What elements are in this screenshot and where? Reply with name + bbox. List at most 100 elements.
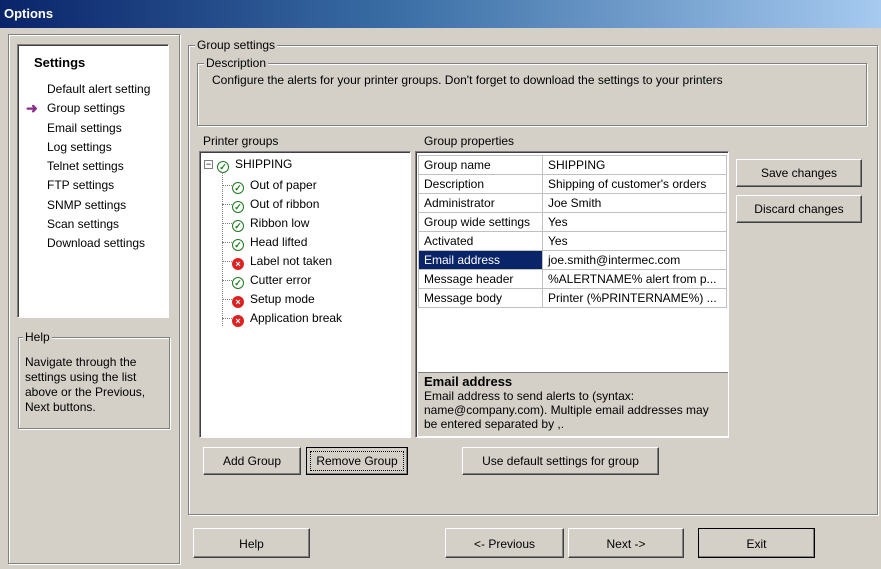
nav-item-snmp-settings[interactable]: SNMP settings: [18, 196, 168, 215]
property-row[interactable]: Activated Yes: [418, 231, 727, 251]
use-default-settings-button[interactable]: Use default settings for group: [462, 447, 659, 475]
nav-item-label: Download settings: [47, 236, 146, 251]
check-icon: ✓: [232, 239, 244, 251]
settings-list: Default alert setting ➜ Group settings Em…: [18, 80, 168, 254]
property-row[interactable]: Group name SHIPPING: [418, 155, 727, 175]
tree-item-head-lifted[interactable]: ✓ Head lifted: [232, 233, 307, 252]
tree-line: [222, 299, 232, 300]
properties-table: Group name SHIPPING Description Shipping o…: [418, 155, 727, 308]
group-properties-label: Group properties: [424, 134, 515, 148]
error-icon: ×: [232, 258, 244, 270]
nav-item-email-settings[interactable]: Email settings: [18, 119, 168, 138]
tree-root-shipping[interactable]: − ✓ SHIPPING: [204, 157, 292, 173]
tree-line: [222, 318, 232, 319]
nav-item-telnet-settings[interactable]: Telnet settings: [18, 157, 168, 176]
property-value[interactable]: SHIPPING: [542, 155, 727, 175]
title-bar[interactable]: Options: [0, 0, 881, 28]
property-value[interactable]: Yes: [542, 212, 727, 232]
check-icon: ✓: [232, 182, 244, 194]
property-row[interactable]: Group wide settings Yes: [418, 212, 727, 232]
printer-groups-tree[interactable]: − ✓ SHIPPING ✓ Out of paper ✓ Out of ribbon …: [199, 151, 411, 438]
help-text: Navigate through the settings using the …: [25, 355, 146, 414]
property-key: Activated: [418, 231, 543, 251]
property-value[interactable]: %ALERTNAME% alert from p...: [542, 269, 727, 289]
property-row[interactable]: Message header %ALERTNAME% alert from p..…: [418, 269, 727, 289]
nav-item-label: Email settings: [47, 120, 122, 135]
previous-button[interactable]: <- Previous: [445, 528, 564, 558]
property-key: Message header: [418, 269, 543, 289]
property-row[interactable]: Administrator Joe Smith: [418, 193, 727, 213]
tree-item-label: Out of ribbon: [250, 197, 320, 211]
help-box: Help Navigate through the settings using…: [18, 331, 170, 429]
tree-line: [222, 261, 232, 262]
save-changes-button[interactable]: Save changes: [736, 159, 862, 187]
nav-item-label: Scan settings: [47, 217, 120, 232]
remove-group-button[interactable]: Remove Group: [306, 447, 408, 475]
tree-line: [222, 185, 232, 186]
tree-item-ribbon-low[interactable]: ✓ Ribbon low: [232, 214, 309, 233]
nav-item-ftp-settings[interactable]: FTP settings: [18, 176, 168, 195]
property-description-text: Email address to send alerts to (syntax:…: [424, 389, 709, 431]
property-value[interactable]: Printer (%PRINTERNAME%) ...: [542, 288, 727, 308]
tree-item-out-of-ribbon[interactable]: ✓ Out of ribbon: [232, 195, 319, 214]
tree-item-setup-mode[interactable]: × Setup mode: [232, 290, 315, 309]
description-title: Description: [204, 56, 269, 70]
property-key: Group wide settings: [418, 212, 543, 232]
property-description-title: Email address: [424, 374, 513, 389]
property-value[interactable]: Joe Smith: [542, 193, 727, 213]
tree-item-label: Head lifted: [250, 235, 308, 249]
nav-item-download-settings[interactable]: Download settings: [18, 234, 168, 253]
window-title: Options: [4, 6, 54, 21]
nav-item-label: SNMP settings: [47, 197, 127, 212]
property-value[interactable]: Shipping of customer's orders: [542, 174, 727, 194]
tree-item-label: Out of paper: [250, 178, 317, 192]
error-icon: ×: [232, 296, 244, 308]
settings-nav: Settings Default alert setting ➜ Group se…: [17, 44, 169, 318]
property-value[interactable]: joe.smith@intermec.com: [542, 250, 727, 270]
property-key: Message body: [418, 288, 543, 308]
property-row[interactable]: Description Shipping of customer's orders: [418, 174, 727, 194]
help-title: Help: [23, 330, 52, 344]
add-group-button[interactable]: Add Group: [203, 447, 301, 475]
tree-line: [222, 242, 232, 243]
error-icon: ×: [232, 315, 244, 327]
exit-button[interactable]: Exit: [698, 528, 815, 558]
nav-item-label: FTP settings: [47, 178, 115, 193]
property-key: Group name: [418, 155, 543, 175]
nav-item-default-alert[interactable]: Default alert setting: [18, 80, 168, 99]
description-frame: Description Configure the alerts for you…: [197, 57, 867, 126]
discard-changes-button[interactable]: Discard changes: [736, 195, 862, 223]
collapse-icon[interactable]: −: [204, 160, 213, 169]
settings-title: Settings: [34, 55, 86, 70]
group-settings-title: Group settings: [195, 38, 278, 52]
tree-line: [222, 223, 232, 224]
property-description: Email address Email address to send aler…: [418, 372, 728, 436]
tree-line: [222, 280, 232, 281]
property-key: Email address: [418, 250, 543, 270]
nav-item-label: Default alert setting: [47, 82, 151, 96]
check-icon: ✓: [232, 220, 244, 232]
nav-item-log-settings[interactable]: Log settings: [18, 138, 168, 157]
tree-item-cutter-error[interactable]: ✓ Cutter error: [232, 271, 311, 290]
check-icon: ✓: [217, 161, 229, 173]
nav-item-scan-settings[interactable]: Scan settings: [18, 215, 168, 234]
property-row[interactable]: Message body Printer (%PRINTERNAME%) ...: [418, 288, 727, 308]
tree-item-label: Ribbon low: [250, 216, 310, 230]
property-row-selected[interactable]: Email address joe.smith@intermec.com: [418, 250, 727, 270]
tree-item-out-of-paper[interactable]: ✓ Out of paper: [232, 176, 317, 195]
check-icon: ✓: [232, 201, 244, 213]
tree-item-label: Cutter error: [250, 273, 312, 287]
nav-item-label: Telnet settings: [47, 159, 124, 174]
property-key: Administrator: [418, 193, 543, 213]
arrow-right-icon: ➜: [26, 100, 38, 117]
property-value[interactable]: Yes: [542, 231, 727, 251]
tree-line: [222, 204, 232, 205]
next-button[interactable]: Next ->: [568, 528, 684, 558]
tree-item-label: Application break: [250, 311, 343, 325]
group-properties-grid: Group name SHIPPING Description Shipping o…: [415, 151, 729, 438]
tree-item-label-not-taken[interactable]: × Label not taken: [232, 252, 332, 271]
nav-item-group-settings[interactable]: ➜ Group settings: [18, 99, 168, 118]
tree-item-application-break[interactable]: × Application break: [232, 309, 342, 328]
help-button[interactable]: Help: [193, 528, 310, 558]
tree-root-label: SHIPPING: [235, 157, 293, 171]
